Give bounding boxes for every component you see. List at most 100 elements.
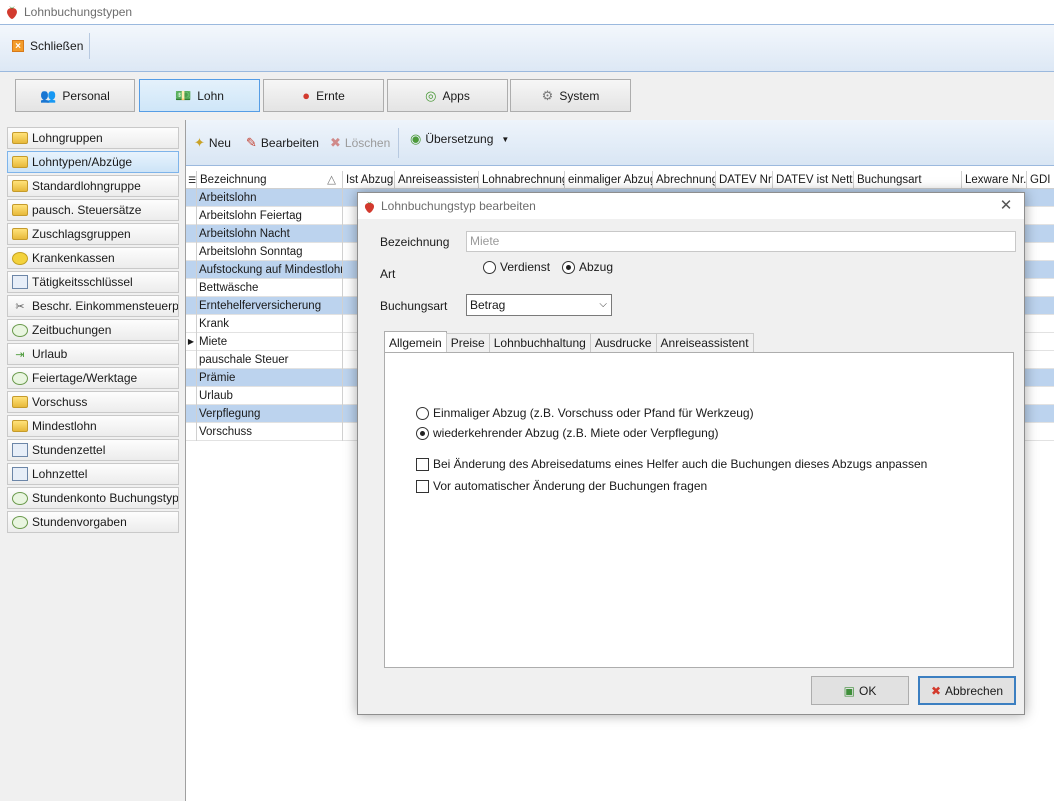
column-chooser-icon[interactable]: ☰ <box>186 171 197 189</box>
row-indicator <box>186 279 197 297</box>
module-ernte-button[interactable]: ● Ernte <box>263 79 384 112</box>
module-personal-button[interactable]: 👥 Personal <box>15 79 135 112</box>
column-header-buchungsart[interactable]: Buchungsart <box>854 171 962 189</box>
gear-icon: ⚙ <box>541 87 554 103</box>
window-titlebar: Lohnbuchungstypen <box>0 0 1054 24</box>
column-header-gdi[interactable]: GDI N <box>1027 171 1054 189</box>
edit-button[interactable]: ✎ Bearbeiten <box>246 132 319 154</box>
row-indicator <box>186 297 197 315</box>
radio-label: Verdienst <box>500 260 551 274</box>
folder-icon <box>12 132 28 144</box>
sidebar-item-krankenkassen[interactable]: Krankenkassen <box>7 247 179 269</box>
folder-icon <box>12 204 28 216</box>
row-indicator <box>186 225 197 243</box>
column-header-lexware-nr[interactable]: Lexware Nr. <box>962 171 1027 189</box>
dialog-close-icon[interactable]: ✕ <box>996 196 1016 216</box>
column-header-lohnabrechnung[interactable]: Lohnabrechnung <box>479 171 565 189</box>
module-lohn-button[interactable]: 💵 Lohn <box>139 79 260 112</box>
cancel-button[interactable]: ✖ Abbrechen <box>918 676 1016 705</box>
cancel-label: Abbrechen <box>945 683 1004 698</box>
column-header-bezeichnung[interactable]: Bezeichnung △ <box>197 171 343 189</box>
bezeichnung-label: Bezeichnung <box>380 235 450 249</box>
radio-indicator <box>416 426 429 440</box>
radio-indicator <box>562 260 575 274</box>
art-abzug-radio[interactable]: Abzug <box>562 260 613 274</box>
sidebar-item-feiertage[interactable]: Feiertage/Werktage <box>7 367 179 389</box>
recurring-deduction-radio[interactable]: wiederkehrender Abzug (z.B. Miete oder V… <box>416 426 719 440</box>
sidebar-item-zuschlagsgruppen[interactable]: Zuschlagsgruppen <box>7 223 179 245</box>
save-icon: ▣ <box>843 683 855 698</box>
sidebar-item-stundenkonto[interactable]: Stundenkonto Buchungstypen <box>7 487 179 509</box>
row-indicator <box>186 369 197 387</box>
folder-icon <box>12 396 28 408</box>
row-bezeichnung: pauschale Steuer <box>197 351 343 369</box>
chevron-down-icon: ⌵ <box>599 299 607 310</box>
cancel-icon: ✖ <box>930 683 941 698</box>
clock-icon <box>12 491 28 505</box>
tab-ausdrucke[interactable]: Ausdrucke <box>589 333 657 353</box>
module-system-button[interactable]: ⚙ System <box>510 79 631 112</box>
sidebar-item-zeitbuchungen[interactable]: Zeitbuchungen <box>7 319 179 341</box>
sidebar-item-steuersaetze[interactable]: pausch. Steuersätze <box>7 199 179 221</box>
ribbon: × Schließen <box>0 24 1054 72</box>
tab-panel-allgemein: Einmaliger Abzug (z.B. Vorschuss oder Pf… <box>384 352 1014 668</box>
sidebar-item-label: Mindestlohn <box>32 419 97 433</box>
column-header-datev-netto[interactable]: DATEV ist Netto <box>773 171 854 189</box>
row-bezeichnung: Aufstockung auf Mindestlohn <box>197 261 343 279</box>
sidebar-item-label: Vorschuss <box>32 395 88 409</box>
translation-button[interactable]: ◉ Übersetzung ▼ <box>410 128 509 150</box>
ok-button[interactable]: ▣ OK <box>811 676 909 705</box>
clock-icon <box>12 515 28 529</box>
sidebar-item-label: Zuschlagsgruppen <box>32 227 131 241</box>
column-header-einmaliger-abzug[interactable]: einmaliger Abzug <box>565 171 653 189</box>
checkbox-label: Bei Änderung des Abreisedatums eines Hel… <box>433 457 928 471</box>
column-header-datev-nr[interactable]: DATEV Nr. <box>716 171 773 189</box>
sidebar-item-label: pausch. Steuersätze <box>32 203 142 217</box>
sidebar-item-vorschuss[interactable]: Vorschuss <box>7 391 179 413</box>
sidebar-item-stundenzettel[interactable]: Stundenzettel <box>7 439 179 461</box>
tab-lohnbuchhaltung[interactable]: Lohnbuchhaltung <box>488 333 591 353</box>
new-button[interactable]: ✦ Neu <box>194 132 231 154</box>
column-header-abrechnung[interactable]: Abrechnung <box>653 171 716 189</box>
sidebar-item-standardlohngruppe[interactable]: Standardlohngruppe <box>7 175 179 197</box>
delete-button[interactable]: ✖ Löschen <box>330 132 390 154</box>
row-indicator <box>186 387 197 405</box>
once-deduction-radio[interactable]: Einmaliger Abzug (z.B. Vorschuss oder Pf… <box>416 406 754 420</box>
dialog-tabs: Allgemein Preise Lohnbuchhaltung Ausdruc… <box>384 331 754 353</box>
dropdown-arrow-icon: ▼ <box>501 134 510 144</box>
close-button[interactable]: × Schließen <box>8 33 91 59</box>
sidebar-item-mindestlohn[interactable]: Mindestlohn <box>7 415 179 437</box>
module-apps-button[interactable]: ◎ Apps <box>387 79 508 112</box>
sidebar-item-lohngruppen[interactable]: Lohngruppen <box>7 127 179 149</box>
sidebar-item-lohnzettel[interactable]: Lohnzettel <box>7 463 179 485</box>
current-row-indicator-icon: ▶ <box>186 333 197 351</box>
select-value: Betrag <box>470 298 506 312</box>
sort-asc-icon: △ <box>327 174 336 186</box>
column-header-ist-abzug[interactable]: Ist Abzug <box>343 171 395 189</box>
radio-indicator <box>416 406 429 420</box>
adjust-bookings-checkbox[interactable]: Bei Änderung des Abreisedatums eines Hel… <box>416 457 927 471</box>
module-label: Lohn <box>197 88 224 103</box>
sidebar-item-urlaub[interactable]: ⇥ Urlaub <box>7 343 179 365</box>
sidebar-item-einkommensteuerpfl[interactable]: ✂ Beschr. Einkommensteuerpfl. <box>7 295 179 317</box>
sidebar-item-stundenvorgaben[interactable]: Stundenvorgaben <box>7 511 179 533</box>
column-header-anreiseassistent[interactable]: Anreiseassistent <box>395 171 479 189</box>
toolbar-separator <box>398 128 399 158</box>
ask-before-change-checkbox[interactable]: Vor automatischer Änderung der Buchungen… <box>416 479 707 493</box>
buchungsart-select[interactable]: Betrag ⌵ <box>466 294 612 316</box>
radio-label: Abzug <box>579 260 614 274</box>
folder-icon <box>12 228 28 240</box>
tab-allgemein[interactable]: Allgemein <box>384 331 447 353</box>
sidebar-item-taetigkeitsschluessel[interactable]: Tätigkeitsschlüssel <box>7 271 179 293</box>
bezeichnung-input[interactable]: Miete <box>466 231 1016 252</box>
sidebar-item-lohntypen[interactable]: Lohntypen/Abzüge <box>7 151 179 173</box>
sidebar-item-label: Lohngruppen <box>32 131 103 145</box>
tab-preise[interactable]: Preise <box>445 333 490 353</box>
dialog-title: Lohnbuchungstyp bearbeiten <box>381 199 536 213</box>
sidebar-item-label: Zeitbuchungen <box>32 323 112 337</box>
tab-anreiseassistent[interactable]: Anreiseassistent <box>655 333 754 353</box>
strawberry-icon: ● <box>302 88 311 103</box>
art-verdienst-radio[interactable]: Verdienst <box>483 260 550 274</box>
checkbox-box <box>416 457 429 471</box>
row-bezeichnung: Arbeitslohn Feiertag <box>197 207 343 225</box>
